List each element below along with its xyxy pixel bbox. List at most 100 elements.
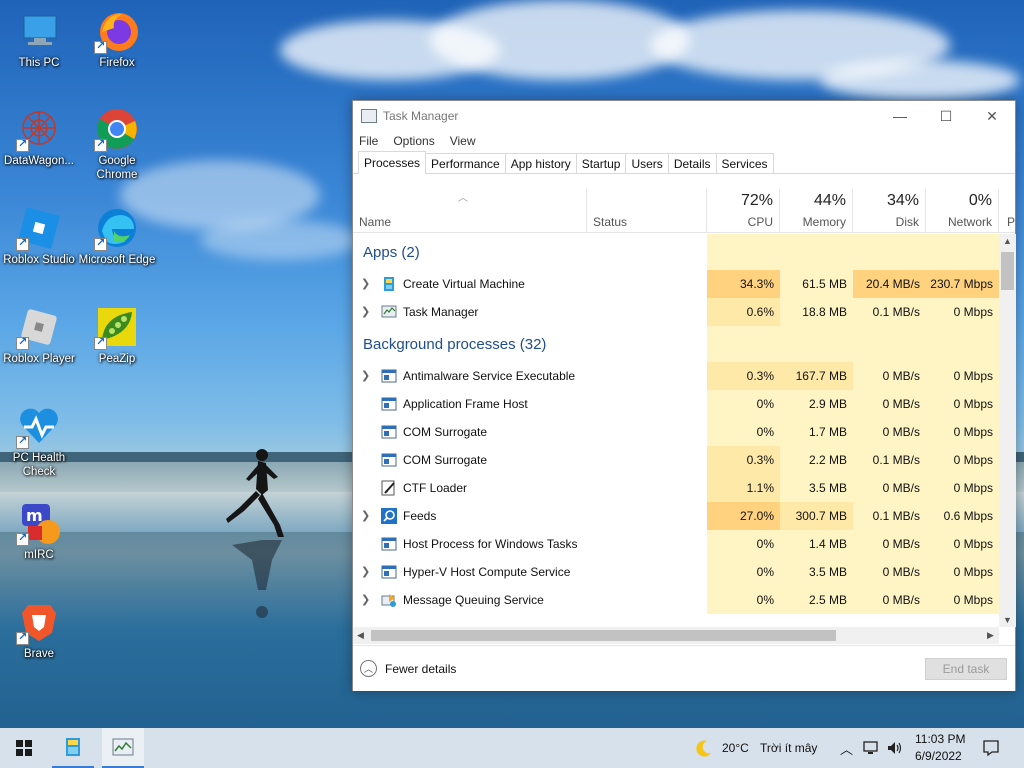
- taskbar-app-task-manager[interactable]: [102, 728, 144, 768]
- column-power-partial[interactable]: P: [999, 189, 1015, 233]
- process-row[interactable]: Application Frame Host 0% 2.9 MB 0 MB/s 0 Mb…: [353, 390, 999, 418]
- taskbar-app-vm[interactable]: [52, 728, 94, 768]
- menu-bar: File Options View: [353, 131, 1015, 151]
- group-header-apps[interactable]: Apps (2): [353, 234, 999, 270]
- desktop-icon-peazip[interactable]: PeaZip: [78, 304, 156, 366]
- minimize-button[interactable]: —: [877, 101, 923, 131]
- close-button[interactable]: ✕: [969, 101, 1015, 131]
- process-name: Create Virtual Machine: [403, 277, 525, 291]
- column-status-label: Status: [593, 215, 628, 229]
- process-row[interactable]: ❯ Antimalware Service Executable 0.3% 167.7…: [353, 362, 999, 390]
- process-row[interactable]: ❯ Feeds 27.0% 300.7 MB 0.1 MB/s 0.6 Mbps: [353, 502, 999, 530]
- chevron-right-icon[interactable]: ❯: [361, 558, 370, 586]
- desktop-icon-this-pc[interactable]: This PC: [0, 8, 78, 70]
- menu-options[interactable]: Options: [393, 134, 434, 148]
- title-bar[interactable]: Task Manager — ☐ ✕: [353, 101, 1015, 131]
- process-cpu: 0%: [707, 586, 780, 614]
- scroll-up-icon[interactable]: ▲: [1003, 236, 1012, 246]
- tab-details[interactable]: Details: [667, 153, 717, 173]
- process-name: Host Process for Windows Tasks: [403, 537, 578, 551]
- process-row[interactable]: Host Process for Windows Tasks 0% 1.4 MB 0 …: [353, 530, 999, 558]
- scroll-right-icon[interactable]: ▶: [987, 630, 994, 641]
- vertical-scrollbar[interactable]: ▲ ▼: [999, 234, 1016, 627]
- process-memory: 3.5 MB: [780, 558, 853, 586]
- tab-services[interactable]: Services: [715, 153, 774, 173]
- column-network[interactable]: 0% Network: [926, 189, 999, 233]
- horizontal-scrollbar[interactable]: ◀ ▶: [353, 627, 999, 644]
- horizontal-scroll-thumb[interactable]: [371, 630, 836, 641]
- process-row[interactable]: ❯ Create Virtual Machine 34.3% 61.5 MB 20.4 …: [353, 270, 999, 298]
- network-icon[interactable]: [862, 740, 880, 756]
- process-row[interactable]: CTF Loader 1.1% 3.5 MB 0 MB/s 0 Mbps: [353, 474, 999, 502]
- desktop-icon-edge[interactable]: Microsoft Edge: [78, 205, 156, 267]
- menu-view[interactable]: View: [450, 134, 476, 148]
- column-status[interactable]: Status: [587, 189, 707, 233]
- chevron-up-icon[interactable]: ︿: [840, 739, 853, 758]
- chevron-right-icon[interactable]: ❯: [361, 298, 370, 326]
- process-row[interactable]: COM Surrogate 0.3% 2.2 MB 0.1 MB/s 0 Mbps: [353, 446, 999, 474]
- footer-bar: ︿ Fewer details End task: [353, 645, 1015, 691]
- chevron-right-icon[interactable]: ❯: [361, 362, 370, 390]
- tab-bar: Processes Performance App history Startu…: [353, 151, 1015, 174]
- desktop-icon-mirc[interactable]: m mIRC: [0, 500, 78, 562]
- clock-time[interactable]: 11:03 PM: [915, 732, 965, 746]
- process-disk: 0 MB/s: [853, 558, 926, 586]
- desktop-icon-label: DataWagon...: [4, 155, 74, 167]
- desktop-icon-label: Brave: [23, 648, 55, 660]
- process-cpu: 0%: [707, 558, 780, 586]
- window-title: Task Manager: [383, 109, 459, 123]
- tab-startup[interactable]: Startup: [575, 153, 627, 173]
- process-disk: 0 MB/s: [853, 530, 926, 558]
- end-task-button[interactable]: End task: [925, 658, 1007, 680]
- chevron-right-icon[interactable]: ❯: [361, 270, 370, 298]
- process-name: Antimalware Service Executable: [403, 369, 576, 383]
- runner-silhouette: [226, 449, 284, 537]
- process-disk: 0 MB/s: [853, 474, 926, 502]
- fewer-details-button[interactable]: ︿ Fewer details: [360, 660, 456, 677]
- desktop-icon-pc-health-check[interactable]: PC Health Check: [0, 403, 78, 479]
- column-disk[interactable]: 34% Disk: [853, 189, 926, 233]
- desktop-icon-roblox-studio[interactable]: Roblox Studio: [0, 205, 78, 267]
- process-memory: 3.5 MB: [780, 474, 853, 502]
- desktop-icon-label: This PC: [18, 57, 60, 69]
- menu-file[interactable]: File: [359, 134, 378, 148]
- process-memory: 2.5 MB: [780, 586, 853, 614]
- sort-up-icon: ︿: [458, 193, 468, 204]
- tab-performance[interactable]: Performance: [425, 153, 506, 173]
- column-name-label: Name: [359, 215, 392, 229]
- column-name[interactable]: ︿ Name: [353, 189, 587, 233]
- chevron-right-icon[interactable]: ❯: [361, 502, 370, 530]
- service-window-icon: [381, 564, 397, 580]
- scroll-left-icon[interactable]: ◀: [357, 630, 364, 641]
- column-memory[interactable]: 44% Memory: [780, 189, 853, 233]
- chevron-right-icon[interactable]: ❯: [361, 586, 370, 614]
- desktop-icon-firefox[interactable]: Firefox: [78, 8, 156, 70]
- tab-users[interactable]: Users: [625, 153, 669, 173]
- desktop-icon-roblox-player[interactable]: Roblox Player: [0, 304, 78, 366]
- process-network: 0 Mbps: [926, 362, 999, 390]
- weather-temp[interactable]: 20°C: [722, 741, 749, 755]
- desktop-icon-brave[interactable]: Brave: [0, 599, 78, 661]
- scroll-down-icon[interactable]: ▼: [1003, 615, 1012, 625]
- vertical-scroll-thumb[interactable]: [1001, 252, 1014, 290]
- weather-description[interactable]: Trời ít mây: [760, 741, 817, 755]
- notification-icon[interactable]: [982, 739, 1000, 757]
- process-disk: 20.4 MB/s: [853, 270, 926, 298]
- process-row[interactable]: ❯ Message Queuing Service 0% 2.5 MB 0 MB/s 0 …: [353, 586, 999, 614]
- process-row[interactable]: ❯ Task Manager 0.6% 18.8 MB 0.1 MB/s 0 Mbps: [353, 298, 999, 326]
- column-cpu[interactable]: 72% CPU: [707, 189, 780, 233]
- desktop-icon-chrome[interactable]: Google Chrome: [78, 106, 156, 182]
- start-button[interactable]: [0, 728, 48, 768]
- clock-date[interactable]: 6/9/2022: [915, 749, 962, 763]
- datawagon-icon: [16, 106, 62, 152]
- tab-app-history[interactable]: App history: [504, 153, 577, 173]
- group-header-background[interactable]: Background processes (32): [353, 326, 999, 362]
- process-row[interactable]: COM Surrogate 0% 1.7 MB 0 MB/s 0 Mbps: [353, 418, 999, 446]
- maximize-button[interactable]: ☐: [923, 101, 969, 131]
- volume-icon[interactable]: [886, 740, 904, 756]
- desktop-icon-label: Firefox: [99, 57, 135, 69]
- tab-processes[interactable]: Processes: [358, 151, 427, 174]
- desktop-icon-datawagon[interactable]: DataWagon...: [0, 106, 78, 168]
- process-disk: 0 MB/s: [853, 362, 926, 390]
- process-row[interactable]: ❯ Hyper-V Host Compute Service 0% 3.5 MB 0 M…: [353, 558, 999, 586]
